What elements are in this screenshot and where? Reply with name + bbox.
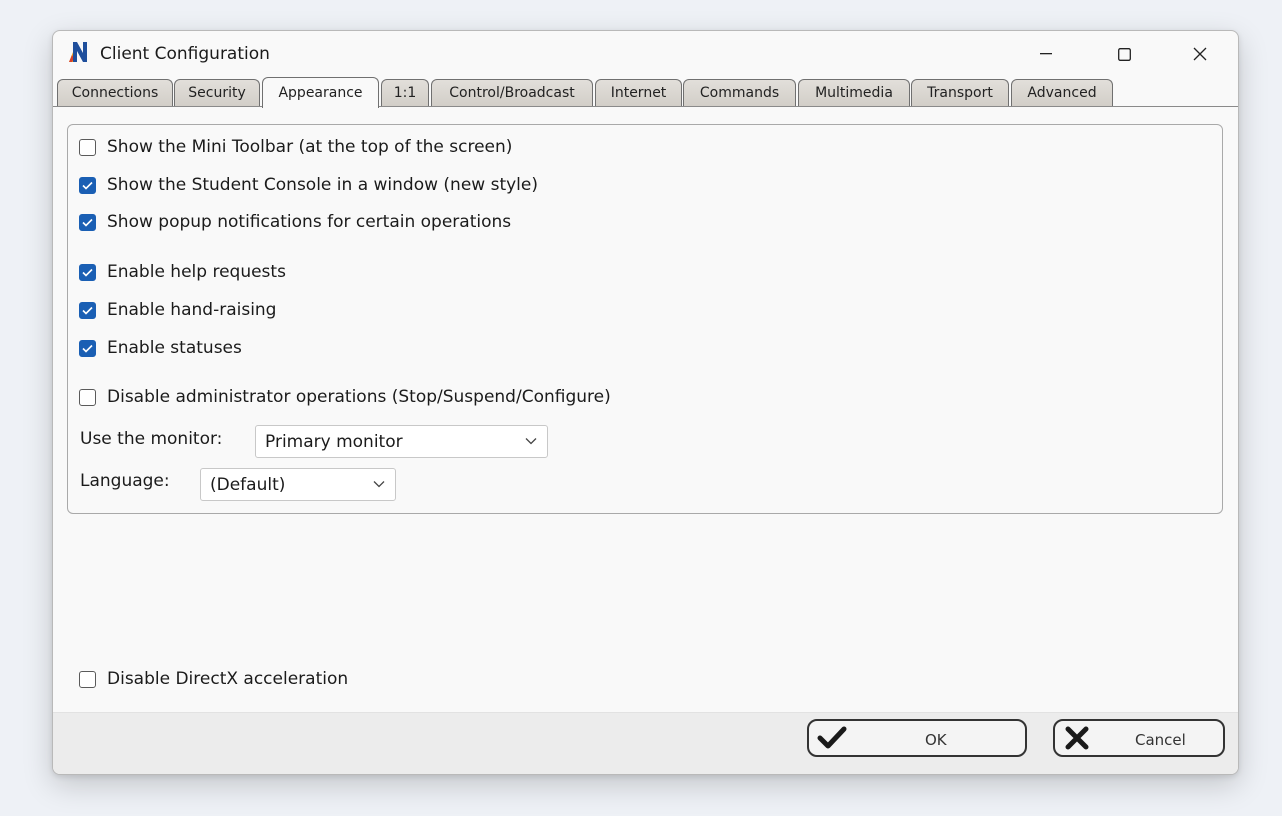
checkbox-disable-directx[interactable] [79,670,96,688]
language-label: Language: [80,471,170,491]
close-button[interactable] [1177,31,1223,77]
tab-internet[interactable]: Internet [595,79,682,106]
close-icon [1193,47,1207,61]
checkbox-disable-admin-operations[interactable] [79,388,96,406]
language-select[interactable]: (Default) [200,468,396,501]
tab-commands[interactable]: Commands [683,79,796,106]
maximize-button[interactable] [1101,31,1147,77]
tab-multimedia[interactable]: Multimedia [798,79,910,106]
monitor-select[interactable]: Primary monitor [255,425,548,458]
minimize-icon [1040,53,1052,55]
n-logo-icon [67,40,91,64]
title-bar: Client Configuration [53,31,1238,77]
checkbox-popup-notifications[interactable] [79,213,96,231]
x-icon [1065,726,1089,750]
checkmark-icon [82,181,93,190]
language-select-value: (Default) [210,474,286,495]
tab-advanced[interactable]: Advanced [1011,79,1113,106]
option-statuses[interactable]: Enable statuses [79,338,242,358]
checkmark-icon [82,268,93,277]
monitor-select-value: Primary monitor [265,431,403,452]
option-student-console-window[interactable]: Show the Student Console in a window (ne… [79,175,538,195]
tab-strip: Connections Security Appearance 1:1 Cont… [53,77,1238,108]
chevron-down-icon [373,481,385,488]
option-disable-admin-operations[interactable]: Disable administrator operations (Stop/S… [79,387,611,407]
checkmark-icon [82,344,93,353]
tab-control-broadcast[interactable]: Control/Broadcast [431,79,593,106]
checkbox-help-requests[interactable] [79,263,96,281]
option-mini-toolbar[interactable]: Show the Mini Toolbar (at the top of the… [79,137,512,157]
tab-divider [53,106,1238,107]
tab-appearance[interactable]: Appearance [262,77,379,108]
checkmark-icon [82,306,93,315]
window-title: Client Configuration [100,44,270,64]
option-help-requests[interactable]: Enable help requests [79,262,286,282]
chevron-down-icon [525,438,537,445]
checkmark-icon [82,218,93,227]
cancel-button[interactable]: Cancel [1053,719,1225,757]
option-hand-raising[interactable]: Enable hand-raising [79,300,276,320]
tab-transport[interactable]: Transport [911,79,1009,106]
monitor-label: Use the monitor: [80,429,223,449]
ok-button[interactable]: OK [807,719,1027,757]
maximize-icon [1117,47,1131,61]
tab-security[interactable]: Security [174,79,260,106]
checkmark-icon [817,726,847,749]
checkbox-hand-raising[interactable] [79,301,96,319]
option-disable-directx[interactable]: Disable DirectX acceleration [79,669,348,689]
client-configuration-window: Client Configuration Connections Securit… [52,30,1239,775]
checkbox-student-console-window[interactable] [79,176,96,194]
tab-connections[interactable]: Connections [57,79,173,106]
minimize-button[interactable] [1023,31,1069,77]
tab-one-to-one[interactable]: 1:1 [381,79,429,106]
checkbox-mini-toolbar[interactable] [79,138,96,156]
option-popup-notifications[interactable]: Show popup notifications for certain ope… [79,212,511,232]
checkbox-statuses[interactable] [79,339,96,357]
